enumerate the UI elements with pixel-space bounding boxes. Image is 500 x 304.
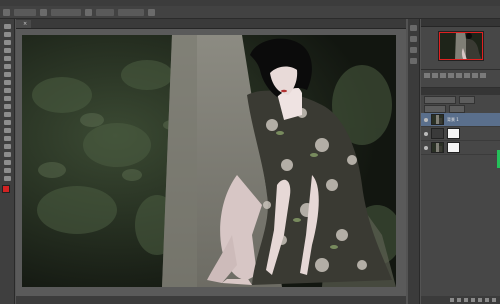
photo-image (22, 35, 396, 287)
eyedropper-tool-icon[interactable] (3, 64, 11, 69)
layer-style-icon[interactable] (457, 298, 461, 302)
option-icon[interactable] (40, 8, 47, 16)
properties-panel-icon[interactable] (410, 36, 417, 42)
adjustment-layer-thumbnail (431, 128, 444, 139)
clone-stamp-icon[interactable] (3, 88, 11, 93)
layer-row-selected[interactable]: 背景 1 (421, 113, 500, 127)
curves-icon[interactable] (440, 73, 446, 78)
document-photo[interactable] (22, 35, 396, 287)
levels-icon[interactable] (432, 73, 438, 78)
layers-footer (421, 296, 500, 304)
color-balance-icon[interactable] (472, 73, 478, 78)
vibrance-icon[interactable] (456, 73, 462, 78)
option-control[interactable] (51, 8, 81, 16)
blend-mode-select[interactable] (424, 95, 456, 104)
layers-panel-header[interactable] (421, 88, 500, 95)
document-tabs: × (16, 19, 406, 29)
layer-mask-thumbnail[interactable] (447, 142, 460, 153)
crop-tool-icon[interactable] (3, 56, 11, 61)
new-layer-icon[interactable] (485, 298, 489, 302)
navigator-panel (421, 27, 500, 70)
visibility-eye-icon[interactable] (424, 131, 428, 136)
document-tab[interactable]: × (16, 20, 32, 28)
delete-layer-icon[interactable] (492, 298, 496, 302)
layer-name: 背景 1 (447, 116, 459, 122)
pen-tool-icon[interactable] (3, 136, 11, 141)
canvas-area[interactable] (16, 29, 406, 297)
fill-field[interactable] (449, 104, 465, 113)
layer-thumbnail (431, 142, 444, 153)
layer-blend-row (421, 95, 500, 104)
option-icon[interactable] (85, 8, 92, 16)
visibility-eye-icon[interactable] (424, 117, 428, 122)
blur-tool-icon[interactable] (3, 120, 11, 125)
shape-tool-icon[interactable] (3, 160, 11, 165)
lock-options[interactable] (424, 104, 446, 113)
zoom-tool-icon[interactable] (3, 176, 11, 181)
brush-tool-icon[interactable] (3, 80, 11, 85)
new-group-icon[interactable] (478, 298, 482, 302)
right-panels: 背景 1 (421, 19, 500, 304)
option-control[interactable] (96, 8, 114, 16)
new-adjustment-icon[interactable] (471, 298, 475, 302)
status-bar (16, 296, 406, 304)
layer-thumbnail (431, 114, 444, 125)
layer-row[interactable] (421, 141, 500, 155)
paragraph-panel-icon[interactable] (410, 58, 417, 64)
history-panel-icon[interactable] (410, 25, 417, 31)
exposure-icon[interactable] (448, 73, 454, 78)
link-layers-icon[interactable] (450, 298, 454, 302)
navigator-view-box[interactable] (439, 32, 483, 60)
option-control[interactable] (118, 8, 144, 16)
history-brush-icon[interactable] (3, 96, 11, 101)
move-tool-icon[interactable] (3, 24, 11, 29)
marquee-tool-icon[interactable] (3, 32, 11, 37)
dodge-tool-icon[interactable] (3, 128, 11, 133)
foreground-color-swatch[interactable] (1, 185, 10, 193)
lasso-tool-icon[interactable] (3, 40, 11, 45)
gradient-tool-icon[interactable] (3, 112, 11, 117)
options-bar (0, 6, 500, 19)
black-white-icon[interactable] (480, 73, 486, 78)
eraser-tool-icon[interactable] (3, 104, 11, 109)
character-panel-icon[interactable] (410, 47, 417, 53)
layer-mask-thumbnail[interactable] (447, 128, 460, 139)
hue-saturation-icon[interactable] (464, 73, 470, 78)
adjustments-panel (421, 70, 500, 88)
opacity-field[interactable] (459, 95, 475, 104)
quick-select-tool-icon[interactable] (3, 48, 11, 53)
navigator-thumbnail[interactable] (438, 31, 484, 61)
add-mask-icon[interactable] (464, 298, 468, 302)
layer-lock-row (421, 104, 500, 113)
tool-preset-icon[interactable] (3, 8, 10, 16)
tools-panel (0, 19, 15, 304)
layer-row[interactable] (421, 127, 500, 141)
option-icon[interactable] (148, 8, 155, 16)
navigator-panel-header[interactable] (421, 19, 500, 27)
visibility-eye-icon[interactable] (424, 145, 428, 150)
path-select-icon[interactable] (3, 152, 11, 157)
collapsed-panel-dock (408, 19, 420, 304)
hand-tool-icon[interactable] (3, 168, 11, 173)
option-control[interactable] (14, 8, 36, 16)
close-icon[interactable]: × (23, 20, 27, 28)
healing-brush-icon[interactable] (3, 72, 11, 77)
type-tool-icon[interactable] (3, 144, 11, 149)
brightness-contrast-icon[interactable] (424, 73, 430, 78)
